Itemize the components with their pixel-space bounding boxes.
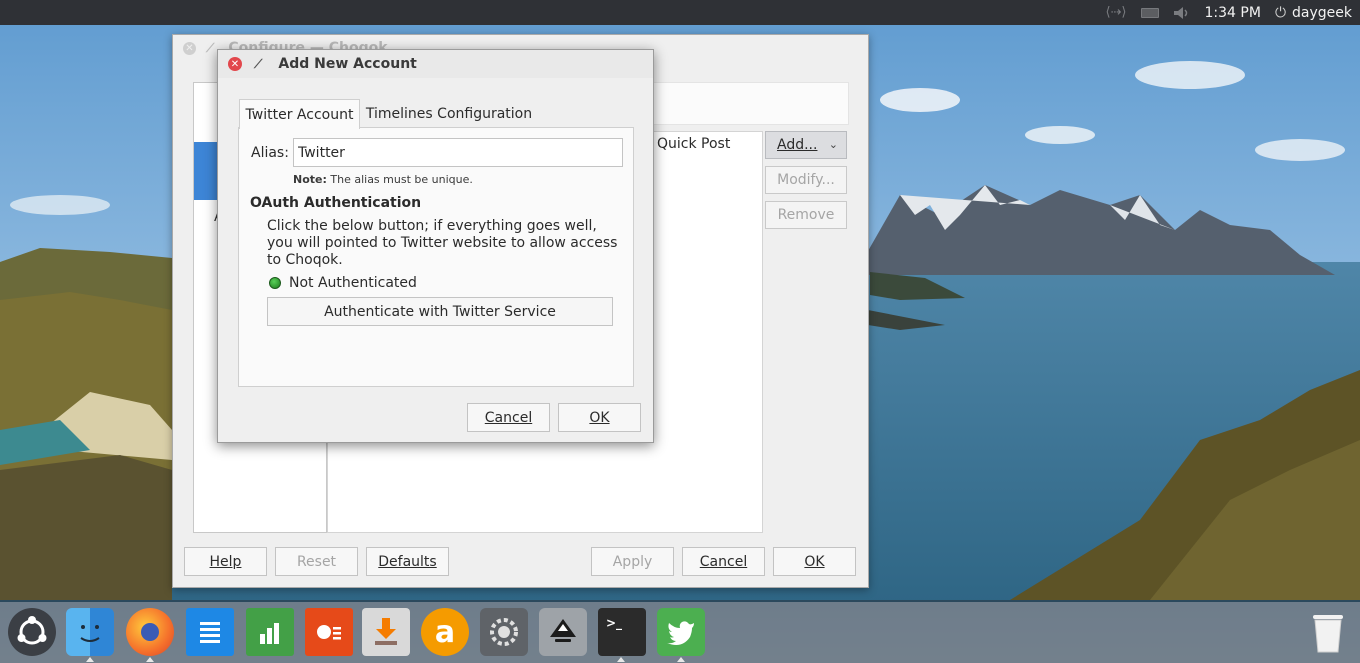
inkscape-icon[interactable]: [539, 608, 587, 656]
top-panel: ⟨⇢⟩ 1:34 PM ⏻ daygeek: [0, 0, 1360, 25]
terminal-icon[interactable]: >_: [598, 608, 646, 656]
amazon-icon[interactable]: a: [421, 608, 469, 656]
user-menu[interactable]: ⏻ daygeek: [1275, 0, 1352, 25]
ok-button[interactable]: OK: [558, 403, 641, 432]
ok-label: OK: [589, 409, 610, 426]
help-button[interactable]: Help: [184, 547, 267, 576]
trash-icon[interactable]: [1304, 608, 1352, 656]
help-label: Help: [209, 553, 242, 570]
auth-status: Not Authenticated: [269, 275, 417, 291]
authenticate-button[interactable]: Authenticate with Twitter Service: [267, 297, 613, 326]
shade-icon[interactable]: ⟋: [254, 57, 262, 72]
clock[interactable]: 1:34 PM: [1205, 0, 1261, 25]
alias-note: Note: The alias must be unique.: [293, 173, 473, 186]
running-indicator: [86, 657, 94, 662]
defaults-label: Defaults: [378, 553, 437, 570]
settings-icon[interactable]: [480, 608, 528, 656]
oauth-description: Click the below button; if everything go…: [267, 218, 618, 268]
twitter-account-panel: Alias: Note: The alias must be unique. O…: [238, 127, 634, 387]
volume-icon[interactable]: [1173, 0, 1191, 25]
ubuntu-logo-icon[interactable]: [8, 608, 56, 656]
config-cancel-label: Cancel: [699, 553, 748, 570]
impress-icon[interactable]: [305, 608, 353, 656]
shade-icon[interactable]: ⟋: [206, 41, 214, 56]
close-icon[interactable]: ✕: [183, 41, 196, 55]
calc-icon[interactable]: [246, 608, 294, 656]
writer-icon[interactable]: [186, 608, 234, 656]
running-indicator: [146, 657, 154, 662]
add-button-label: Add...: [777, 137, 818, 153]
firefox-icon[interactable]: [126, 608, 174, 656]
power-icon: ⏻: [1274, 4, 1287, 21]
reset-button[interactable]: Reset: [275, 547, 358, 576]
auth-status-text: Not Authenticated: [289, 275, 417, 291]
cancel-label: Cancel: [484, 409, 533, 426]
finder-icon[interactable]: [66, 608, 114, 656]
choqok-icon[interactable]: [657, 608, 705, 656]
close-icon[interactable]: ✕: [228, 57, 242, 71]
tab-timelines-configuration[interactable]: Timelines Configuration: [364, 99, 534, 129]
status-indicator-icon: [269, 277, 281, 289]
modify-button[interactable]: Modify...: [765, 166, 847, 194]
running-indicator: [617, 657, 625, 662]
add-new-account-dialog: ✕ ⟋ Add New Account Twitter Account Time…: [217, 49, 654, 443]
installer-icon[interactable]: [362, 608, 410, 656]
note-text: The alias must be unique.: [326, 173, 473, 186]
battery-icon[interactable]: [1140, 0, 1159, 25]
column-header-quick-post[interactable]: Quick Post: [657, 136, 730, 152]
remove-button[interactable]: Remove: [765, 201, 847, 229]
defaults-button[interactable]: Defaults: [366, 547, 449, 576]
dialog-titlebar: ✕ ⟋ Add New Account: [218, 50, 653, 78]
sidebar-selected-item[interactable]: [194, 142, 218, 200]
username: daygeek: [1292, 4, 1352, 21]
network-icon[interactable]: ⟨⇢⟩: [1105, 0, 1126, 25]
config-cancel-button[interactable]: Cancel: [682, 547, 765, 576]
alias-label: Alias:: [251, 145, 289, 161]
dialog-title: Add New Account: [278, 56, 417, 72]
config-ok-button[interactable]: OK: [773, 547, 856, 576]
alias-input[interactable]: [293, 138, 623, 167]
note-label: Note:: [293, 173, 327, 186]
apply-button[interactable]: Apply: [591, 547, 674, 576]
running-indicator: [677, 657, 685, 662]
cancel-button[interactable]: Cancel: [467, 403, 550, 432]
oauth-heading: OAuth Authentication: [250, 195, 422, 211]
tab-twitter-account[interactable]: Twitter Account: [239, 99, 360, 129]
dock: a >_: [0, 600, 1360, 663]
config-ok-label: OK: [804, 553, 825, 570]
chevron-down-icon: ⌄: [828, 138, 838, 151]
add-button[interactable]: Add... ⌄: [765, 131, 847, 159]
